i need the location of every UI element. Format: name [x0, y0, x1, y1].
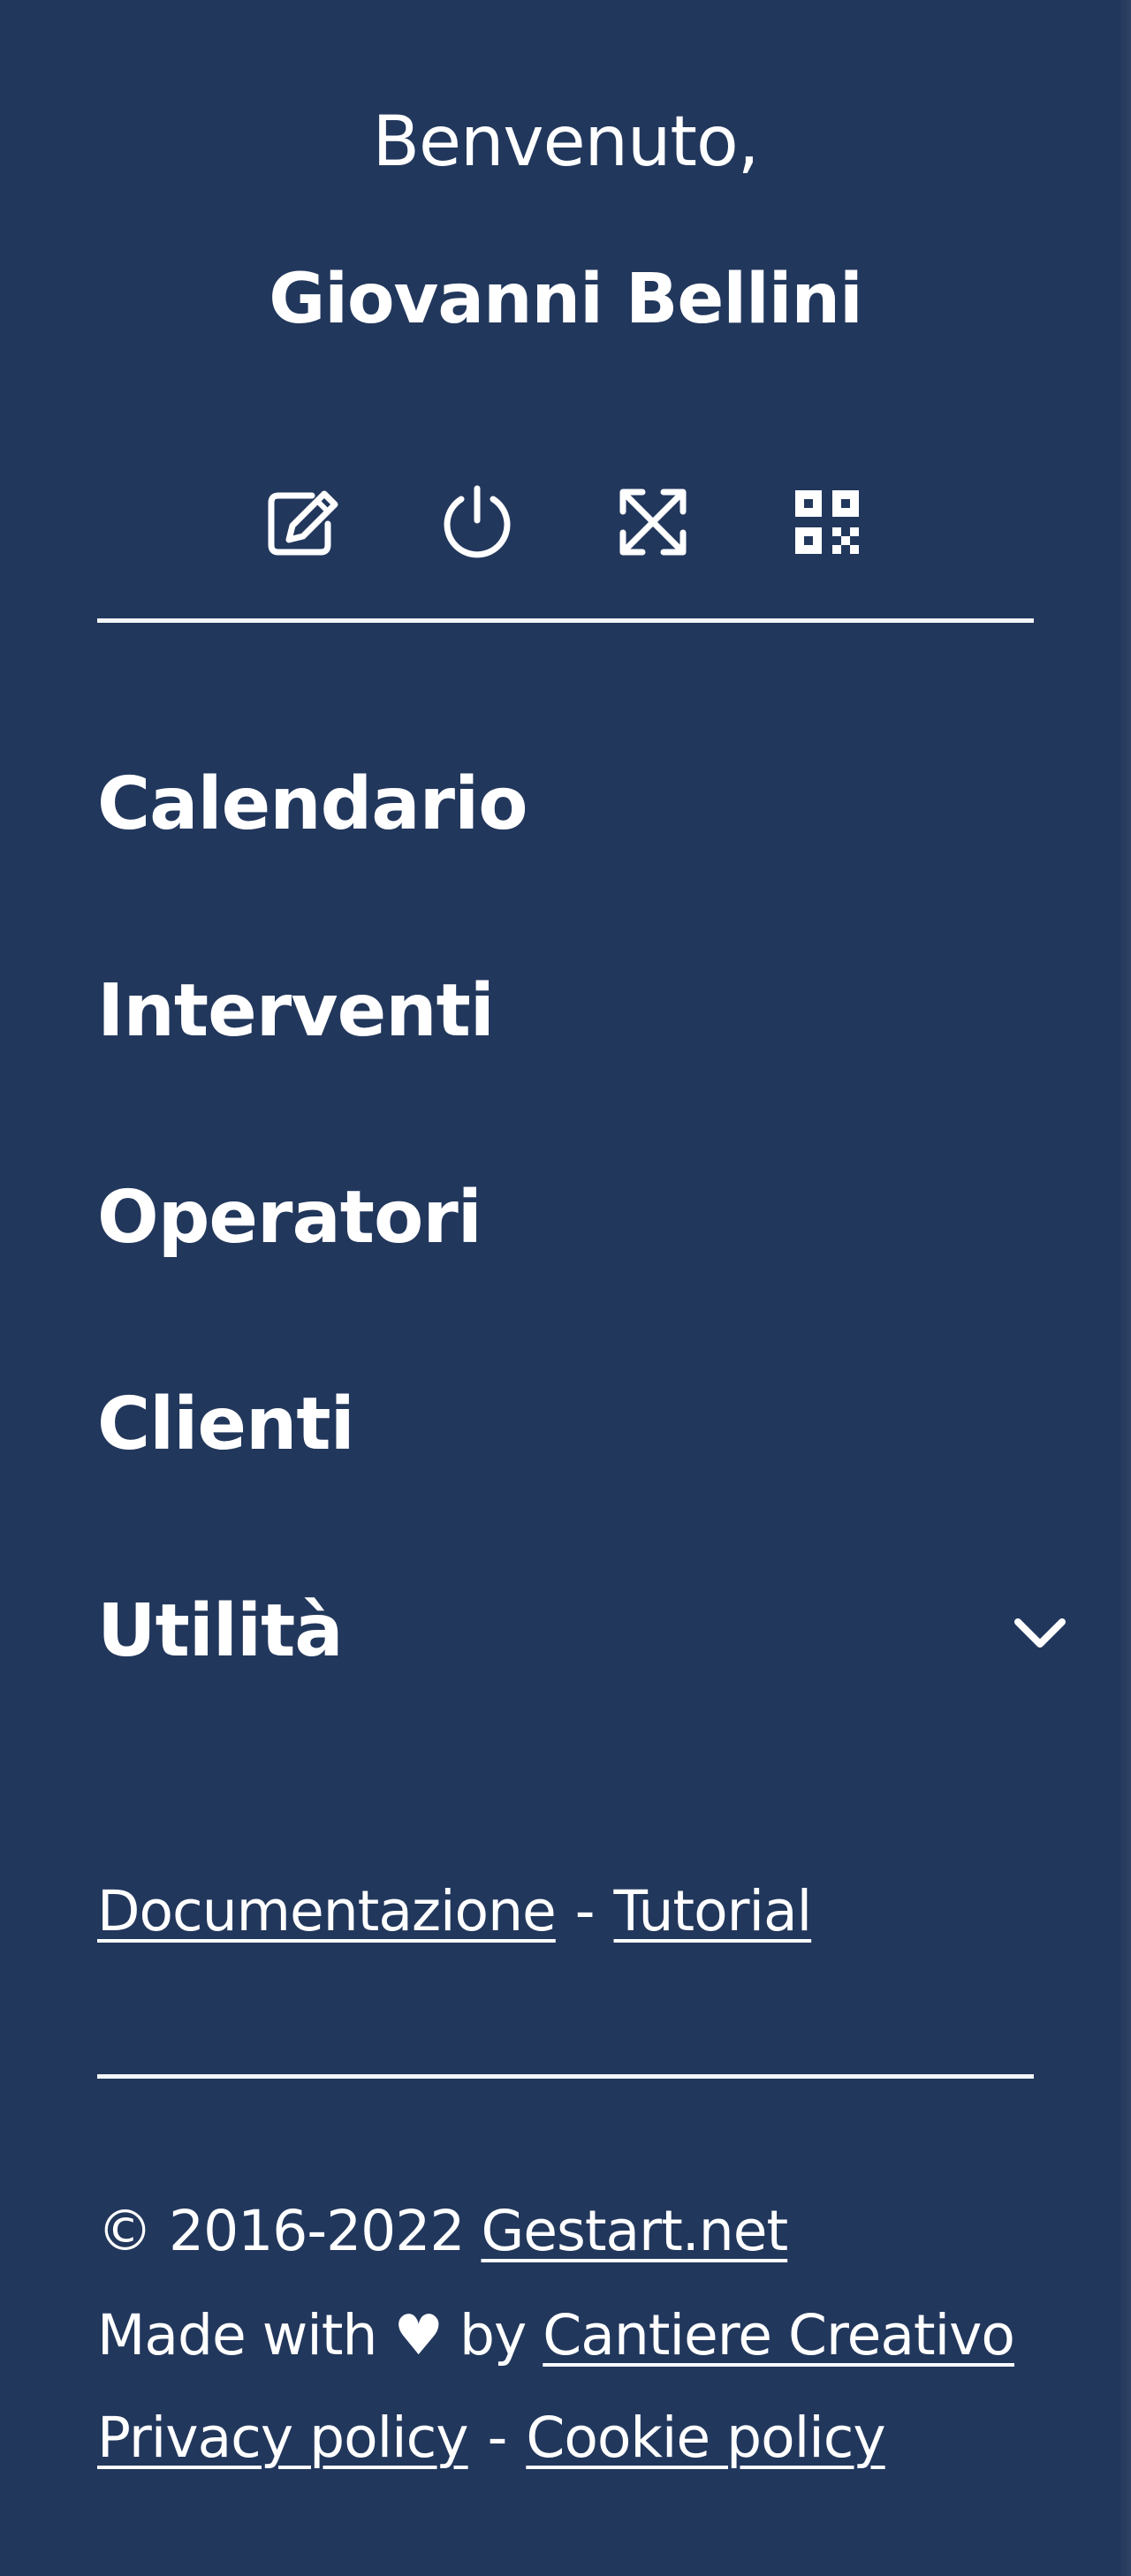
heart-icon: ♥: [393, 2303, 443, 2368]
divider: [97, 2074, 1034, 2079]
footer-copyright: © 2016-2022 Gestart.net: [97, 2203, 1087, 2259]
nav-item-calendario[interactable]: Calendario: [97, 769, 1069, 975]
help-links: Documentazione - Tutorial: [97, 1883, 812, 1939]
cookie-policy-link[interactable]: Cookie policy: [526, 2406, 885, 2470]
nav-item-label: Calendario: [97, 762, 528, 846]
power-icon: [444, 485, 511, 558]
author-link[interactable]: Cantiere Creativo: [543, 2303, 1015, 2368]
nav-item-utilita[interactable]: Utilità: [97, 1595, 1069, 1802]
main-navigation: Calendario Interventi Operatori Clienti …: [97, 769, 1069, 1802]
nav-item-interventi[interactable]: Interventi: [97, 975, 1069, 1182]
copyright-text: © 2016-2022: [97, 2199, 465, 2263]
nav-item-label: Operatori: [97, 1176, 482, 1260]
nav-item-clienti[interactable]: Clienti: [97, 1389, 1069, 1595]
nav-item-label: Interventi: [97, 969, 495, 1053]
policy-separator: -: [487, 2406, 508, 2470]
nav-item-operatori[interactable]: Operatori: [97, 1182, 1069, 1389]
link-separator: -: [574, 1879, 596, 1943]
user-toolbar: [0, 482, 1131, 562]
welcome-greeting: Benvenuto,: [372, 102, 759, 182]
nav-item-label: Clienti: [97, 1383, 355, 1466]
by-text: by: [459, 2303, 527, 2368]
tutorial-link[interactable]: Tutorial: [614, 1879, 813, 1943]
qr-code-icon: [795, 490, 859, 554]
user-name: Giovanni Bellini: [269, 260, 863, 339]
fullscreen-icon: [619, 489, 687, 556]
divider: [97, 618, 1034, 623]
sidebar-menu: Benvenuto, Giovanni Bellini Calendario I…: [0, 0, 1131, 2576]
nav-item-label: Utilità: [97, 1589, 344, 1673]
sidebar-edge: [1119, 0, 1131, 2576]
footer-policies: Privacy policy - Cookie policy: [97, 2410, 1087, 2466]
edit-icon: [268, 490, 338, 556]
chevron-down-icon[interactable]: [1011, 1611, 1069, 1655]
privacy-policy-link[interactable]: Privacy policy: [97, 2406, 469, 2470]
qr-code-button[interactable]: [787, 482, 867, 562]
footer-credits: Made with ♥ by Cantiere Creativo: [97, 2307, 1087, 2363]
made-with-text: Made with: [97, 2303, 377, 2368]
logout-button[interactable]: [437, 482, 517, 562]
fullscreen-button[interactable]: [613, 482, 693, 562]
edit-profile-button[interactable]: [263, 482, 343, 562]
site-link[interactable]: Gestart.net: [481, 2199, 788, 2263]
documentation-link[interactable]: Documentazione: [97, 1879, 557, 1943]
